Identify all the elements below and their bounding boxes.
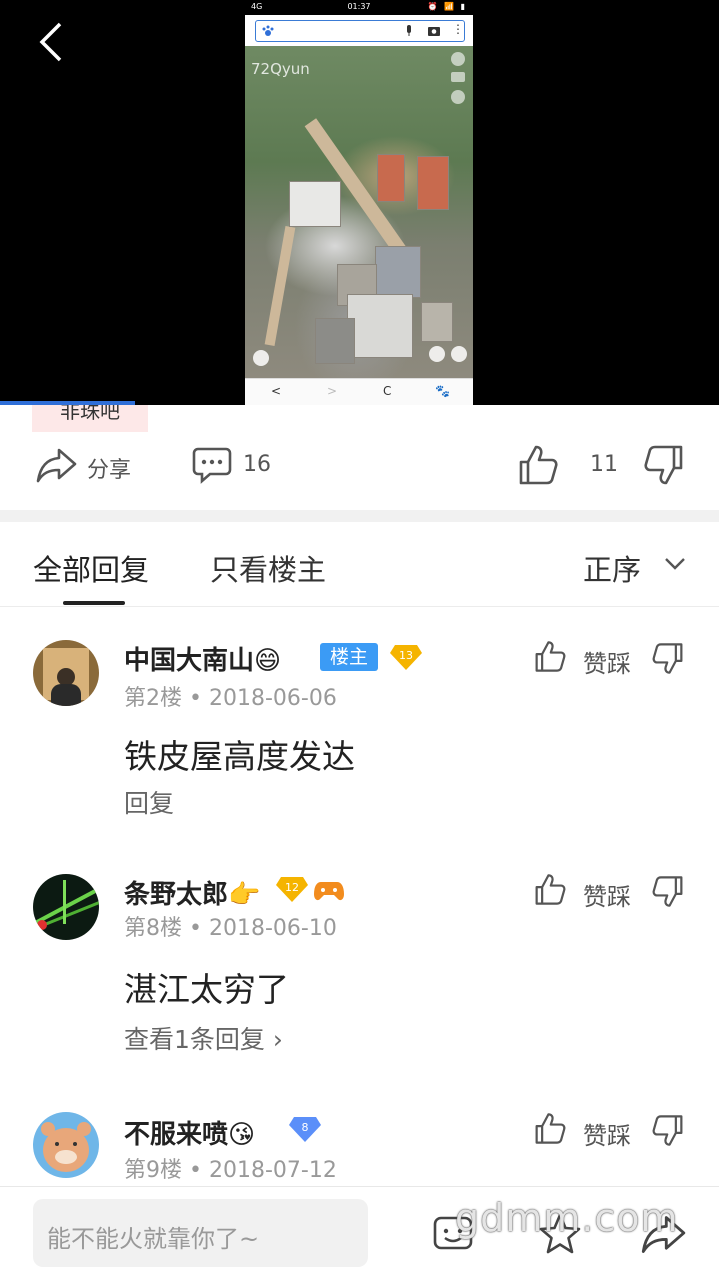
- dislike-icon[interactable]: [652, 1114, 684, 1147]
- tab-active-indicator: [63, 601, 125, 605]
- view-replies-link[interactable]: 查看1条回复 ›: [124, 1020, 283, 1056]
- level-badge-icon: 8: [289, 1117, 321, 1142]
- dislike-icon[interactable]: [644, 444, 684, 486]
- comment-text: 湛江太穷了: [124, 970, 289, 1009]
- section-divider: [0, 510, 719, 522]
- back-icon[interactable]: [30, 20, 74, 64]
- tieba-tag[interactable]: 非珠吧: [32, 405, 148, 432]
- phone-nav-home: 🐾: [435, 384, 450, 398]
- comment-text: 铁皮屋高度发达: [124, 737, 355, 776]
- like-dislike-label: 赞踩: [583, 650, 631, 678]
- reply-input[interactable]: 能不能火就靠你了~: [33, 1199, 368, 1267]
- site-watermark: gdmm.com: [455, 1196, 679, 1240]
- tab-divider: [0, 606, 719, 607]
- floor-date: 第2楼 • 2018-06-06: [124, 686, 337, 711]
- floor-date: 第9楼 • 2018-07-12: [124, 1158, 337, 1183]
- phone-nav-forward: >: [327, 384, 338, 398]
- level-badge-icon: 13: [390, 645, 422, 670]
- floor-date: 第8楼 • 2018-06-10: [124, 916, 337, 941]
- avatar[interactable]: [33, 874, 99, 940]
- avatar[interactable]: [33, 1112, 99, 1178]
- comment-count: 16: [243, 452, 271, 477]
- embedded-phone-screenshot: 4G 01:37 ⏰ 📶 ▮ ⋮ 72Qyun < > C 🐾: [245, 0, 473, 405]
- phone-nav-bar: < > C 🐾: [245, 378, 473, 405]
- username[interactable]: 中国大南山😄: [124, 640, 281, 677]
- tab-all-replies[interactable]: 全部回复: [33, 547, 149, 589]
- level-number: 8: [302, 1121, 309, 1134]
- dislike-icon[interactable]: [652, 642, 684, 675]
- phone-search-bar: ⋮: [255, 20, 465, 42]
- level-badge-icon: 12: [276, 877, 308, 902]
- aerial-city-photo: 72Qyun: [245, 46, 473, 378]
- tab-owner-only[interactable]: 只看楼主: [210, 547, 326, 589]
- chevron-down-icon[interactable]: [664, 557, 686, 571]
- comment-icon[interactable]: [192, 446, 232, 484]
- owner-badge: 楼主: [320, 643, 379, 671]
- share-icon[interactable]: [35, 446, 77, 484]
- like-dislike-label: 赞踩: [583, 883, 631, 911]
- like-icon[interactable]: [534, 873, 566, 906]
- mic-icon: [407, 25, 411, 36]
- avatar[interactable]: [33, 640, 99, 706]
- reply-input-placeholder: 能不能火就靠你了~: [47, 1225, 260, 1253]
- dislike-icon[interactable]: [652, 875, 684, 908]
- paw-icon: [262, 25, 274, 36]
- share-label[interactable]: 分享: [87, 452, 131, 484]
- phone-nav-back: <: [271, 384, 282, 398]
- like-icon[interactable]: [534, 640, 566, 673]
- level-number: 12: [285, 881, 299, 894]
- more-icon: ⋮: [452, 22, 464, 36]
- username[interactable]: 条野太郎👉: [124, 874, 260, 911]
- phone-status-bar: 4G 01:37 ⏰ 📶 ▮: [245, 0, 473, 15]
- level-number: 13: [399, 649, 413, 662]
- phone-status-icons: ⏰ 📶 ▮: [427, 2, 467, 11]
- reply-link[interactable]: 回复: [124, 784, 174, 820]
- username[interactable]: 不服来喷😘: [124, 1114, 255, 1151]
- camera-icon: [428, 27, 440, 36]
- like-count: 11: [590, 452, 618, 477]
- like-icon[interactable]: [518, 444, 558, 486]
- gamepad-icon: [314, 882, 344, 901]
- like-icon[interactable]: [534, 1112, 566, 1145]
- phone-nav-refresh: C: [383, 384, 392, 398]
- sort-order-label[interactable]: 正序: [583, 547, 641, 589]
- photo-watermark: 72Qyun: [251, 60, 310, 78]
- like-dislike-label: 赞踩: [583, 1122, 631, 1150]
